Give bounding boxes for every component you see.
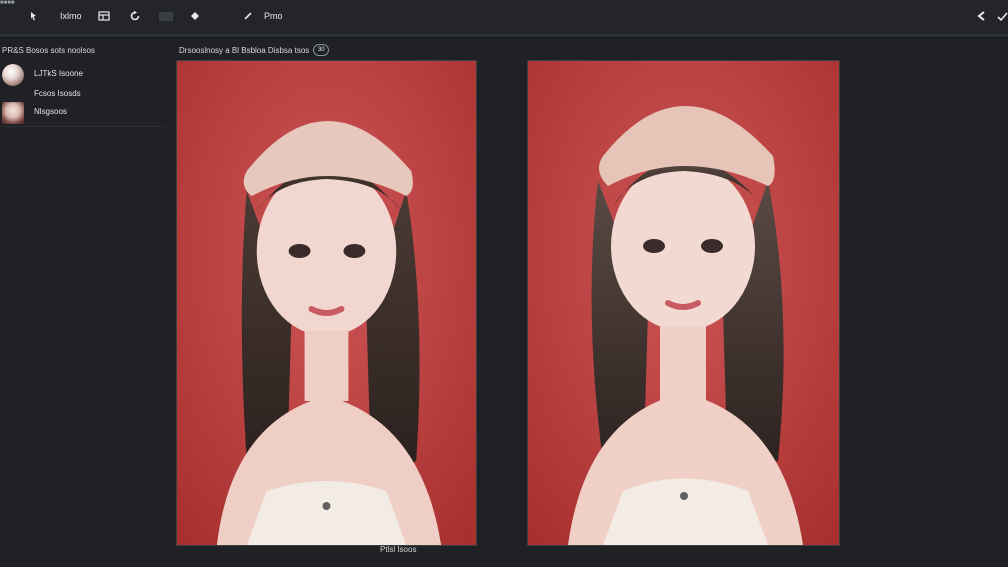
rotate-icon [130, 10, 140, 21]
layout-icon [98, 11, 110, 21]
confirm-button[interactable] [996, 8, 1008, 24]
diamond-button[interactable] [190, 8, 200, 24]
panel-header: Drsooslnosy a Bl Bsbloa Disbsa tsos 30 [179, 44, 330, 56]
brush-button[interactable] [243, 8, 253, 24]
disabled-tool-button[interactable] [159, 12, 173, 21]
sidebar-item-label: LJTkS Isoone [34, 69, 83, 78]
back-arrow-icon [977, 11, 985, 21]
panel-header-text: Drsooslnosy a Bl Bsbloa Disbsa tsos [179, 45, 310, 55]
pointer-icon [31, 12, 36, 21]
sidebar-item-3[interactable]: Nlsgsoos [0, 102, 165, 124]
image-preview-left[interactable] [176, 60, 477, 546]
sidebar-item-1[interactable]: LJTkS Isoone [0, 64, 165, 86]
portrait-image [528, 61, 839, 545]
pointer-tool-button[interactable] [28, 8, 38, 24]
image-preview-right[interactable] [527, 60, 840, 546]
portrait-image [177, 61, 476, 545]
count-badge: 30 [313, 44, 330, 56]
sidebar: PR&S Bosos sots noolsos LJTkS Isoone Fcs… [0, 40, 170, 567]
check-icon [997, 12, 1008, 22]
brush-icon [244, 12, 252, 20]
rotate-button[interactable] [129, 8, 141, 24]
app-window: ■■■■ Ixlmo Pmo PR&S Bosos sots noolsos L… [0, 0, 1008, 567]
footer-label: Ptlsl Isoos [380, 545, 417, 554]
sidebar-thumbnail [2, 64, 24, 86]
sidebar-item-label: Nlsgsoos [34, 107, 67, 116]
back-button[interactable] [976, 8, 988, 24]
sidebar-title: PR&S Bosos sots noolsos [2, 46, 95, 55]
library-button[interactable]: Ixlmo [60, 8, 82, 24]
top-toolbar: ■■■■ Ixlmo Pmo [0, 0, 1008, 37]
app-label: ■■■■ [0, 0, 15, 6]
sidebar-divider [0, 126, 165, 127]
sidebar-item-label: Fcsos Isosds [34, 89, 81, 98]
paste-button[interactable]: Pmo [264, 8, 283, 24]
layout-button[interactable] [98, 8, 110, 24]
diamond-icon [191, 12, 199, 20]
sidebar-thumbnail [2, 102, 24, 124]
toolbar-divider [0, 37, 1008, 38]
